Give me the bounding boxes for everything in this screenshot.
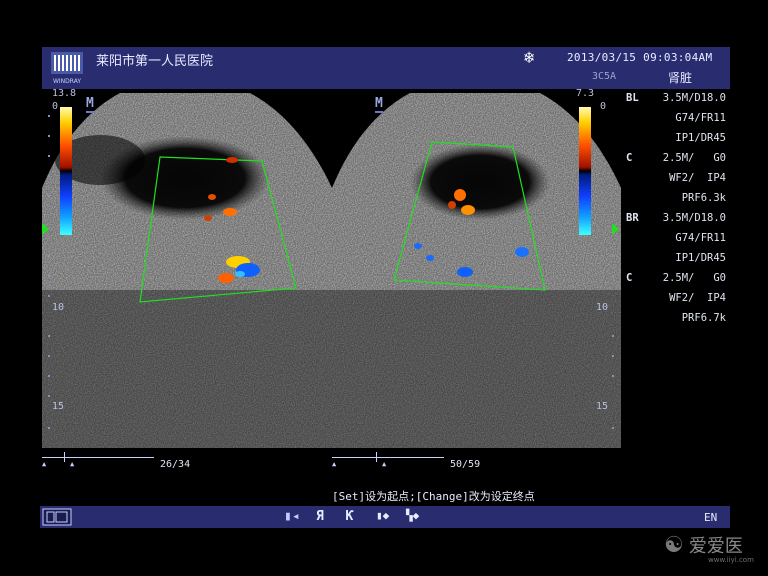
frame-counter-left: 26/34: [160, 459, 191, 470]
right-color-bar: [579, 107, 591, 235]
focus-marker-left: [42, 223, 49, 235]
hint-text: [Set]设为起点;[Change]改为设定终点: [332, 490, 535, 503]
left-color-max: 13.8: [52, 88, 77, 99]
right-depth-10: 10: [596, 302, 609, 313]
flip-k-icon[interactable]: Ƙ: [346, 509, 354, 524]
watermark: ☯ 爱爱医 www.iiyi.com: [664, 533, 754, 564]
param-br-label: BR: [626, 212, 639, 224]
param-bl-label: BL: [626, 92, 639, 104]
flip-r-icon[interactable]: Я: [316, 509, 324, 524]
frame-counter-right: 50/59: [450, 459, 481, 470]
right-depth-15: 15: [596, 401, 609, 412]
param-c2-label: C: [626, 272, 633, 284]
params-panel: BL 3.5M/D18.0 G74/FR11 IP1/DR45 C 2.5M/ G0…: [626, 88, 726, 328]
left-scan: [42, 93, 332, 448]
m-marker-right: M: [375, 96, 383, 113]
focus-marker-right: [612, 223, 619, 235]
grid-icon[interactable]: ▚◆: [406, 509, 419, 522]
param-c1-label: C: [626, 152, 633, 164]
left-color-bar: [60, 107, 72, 235]
split-icon[interactable]: ▮◂: [284, 509, 300, 524]
watermark-url: www.iiyi.com: [708, 556, 754, 564]
right-color-max: 7.3: [576, 88, 595, 99]
left-depth-15: 15: [52, 401, 65, 412]
watermark-text: 爱爱医: [688, 536, 743, 557]
left-depth-10: 10: [52, 302, 65, 313]
right-color-min: 0: [600, 101, 607, 112]
left-color-min: 0: [52, 101, 59, 112]
m-marker-left: M: [86, 96, 94, 113]
up-down-icon[interactable]: ▮◆: [376, 509, 389, 522]
language-indicator[interactable]: EN: [704, 511, 717, 524]
layout-icon[interactable]: [42, 508, 72, 526]
